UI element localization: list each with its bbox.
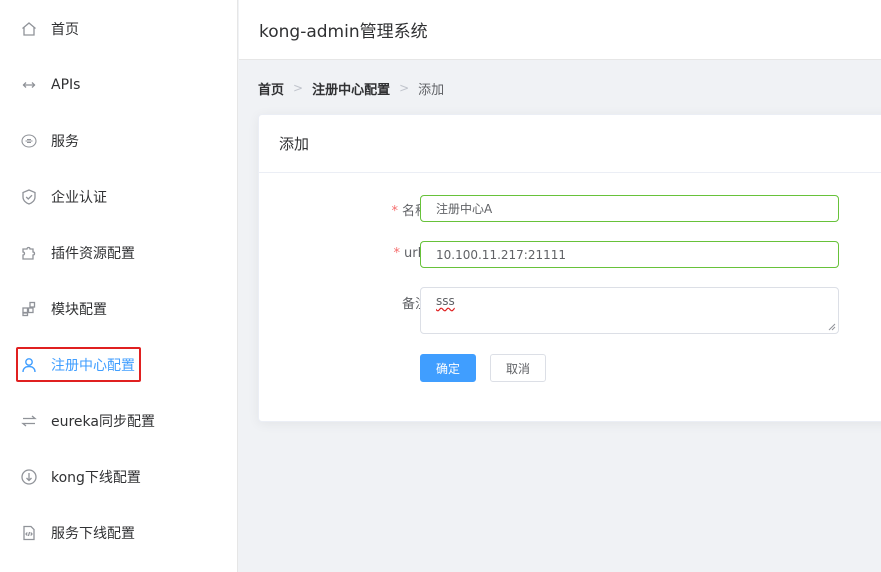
resize-handle-icon[interactable] [828, 323, 836, 331]
cancel-button[interactable]: 取消 [490, 354, 546, 382]
sidebar-item-label: eureka同步配置 [51, 414, 155, 430]
urls-input[interactable]: 10.100.11.217:21111 [420, 241, 839, 268]
sidebar-item-label: 首页 [51, 22, 79, 38]
code-file-icon [20, 524, 38, 542]
grid-icon [20, 300, 38, 318]
sidebar-item-registry-config[interactable]: 注册中心配置 [0, 337, 238, 393]
chevron-right-icon: > [293, 81, 304, 95]
sidebar-item-plugin-config[interactable]: 插件资源配置 [0, 225, 238, 281]
remark-text: sss [436, 294, 455, 308]
sidebar-item-enterprise-auth[interactable]: 企业认证 [0, 169, 238, 225]
sidebar-item-label: 企业认证 [51, 190, 107, 206]
sidebar-item-home[interactable]: 首页 [0, 1, 238, 57]
card-title: 添加 [259, 115, 881, 173]
app-title: kong-admin管理系统 [259, 22, 428, 42]
sidebar-item-service-offline[interactable]: 服务下线配置 [0, 505, 238, 561]
breadcrumb-home[interactable]: 首页 [258, 79, 284, 98]
download-circle-icon [20, 468, 38, 486]
sidebar-item-label: 插件资源配置 [51, 246, 135, 262]
confirm-button[interactable]: 确定 [420, 354, 476, 382]
sidebar-item-label: APIs [51, 77, 81, 93]
sidebar-item-service[interactable]: 服务 [0, 113, 238, 169]
breadcrumb-current: 添加 [418, 82, 445, 98]
sidebar-item-label: kong下线配置 [51, 470, 141, 486]
sidebar-item-label: 注册中心配置 [51, 358, 135, 374]
sidebar-item-label: 模块配置 [51, 302, 107, 318]
required-mark: * [391, 204, 398, 219]
app-root: 首页 APIs 服务 企业认证 插件资源配置 模块配置 注册中心配置 eurek… [0, 0, 881, 572]
service-icon [20, 132, 38, 150]
puzzle-icon [20, 244, 38, 262]
sidebar: 首页 APIs 服务 企业认证 插件资源配置 模块配置 注册中心配置 eurek… [0, 0, 238, 572]
breadcrumb: 首页 > 注册中心配置 > 添加 [258, 78, 444, 98]
name-input[interactable]: 注册中心A [420, 195, 839, 222]
home-icon [20, 20, 38, 38]
sidebar-item-label: 服务下线配置 [51, 526, 135, 542]
sidebar-item-label: 服务 [51, 134, 79, 150]
sync-icon [20, 412, 38, 430]
remark-textarea[interactable]: sss [420, 287, 839, 334]
sidebar-item-module-config[interactable]: 模块配置 [0, 281, 238, 337]
shield-icon [20, 188, 38, 206]
sidebar-item-eureka-sync[interactable]: eureka同步配置 [0, 393, 238, 449]
sidebar-item-apis[interactable]: APIs [0, 57, 238, 113]
chevron-right-icon: > [399, 81, 410, 95]
sidebar-item-kong-offline[interactable]: kong下线配置 [0, 449, 238, 505]
user-icon [20, 356, 38, 374]
breadcrumb-registry-config[interactable]: 注册中心配置 [312, 79, 390, 98]
form-card: 添加 * 名称 注册中心A * urls 10.100.11.217:21111 备… [258, 114, 881, 422]
top-header: kong-admin管理系统 [239, 0, 881, 60]
required-mark: * [393, 246, 401, 261]
api-icon [20, 76, 38, 94]
